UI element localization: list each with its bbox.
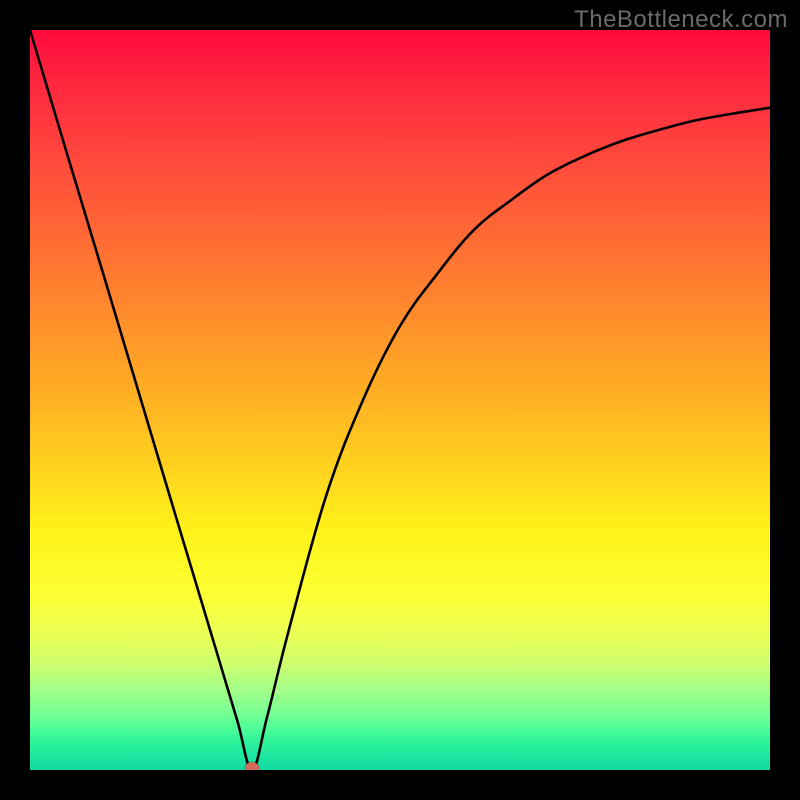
minimum-marker bbox=[245, 762, 259, 770]
bottleneck-curve bbox=[30, 30, 770, 770]
watermark-text: TheBottleneck.com bbox=[574, 6, 788, 34]
curve-path bbox=[30, 30, 770, 770]
chart-frame: TheBottleneck.com bbox=[0, 0, 800, 800]
plot-area bbox=[30, 30, 770, 770]
